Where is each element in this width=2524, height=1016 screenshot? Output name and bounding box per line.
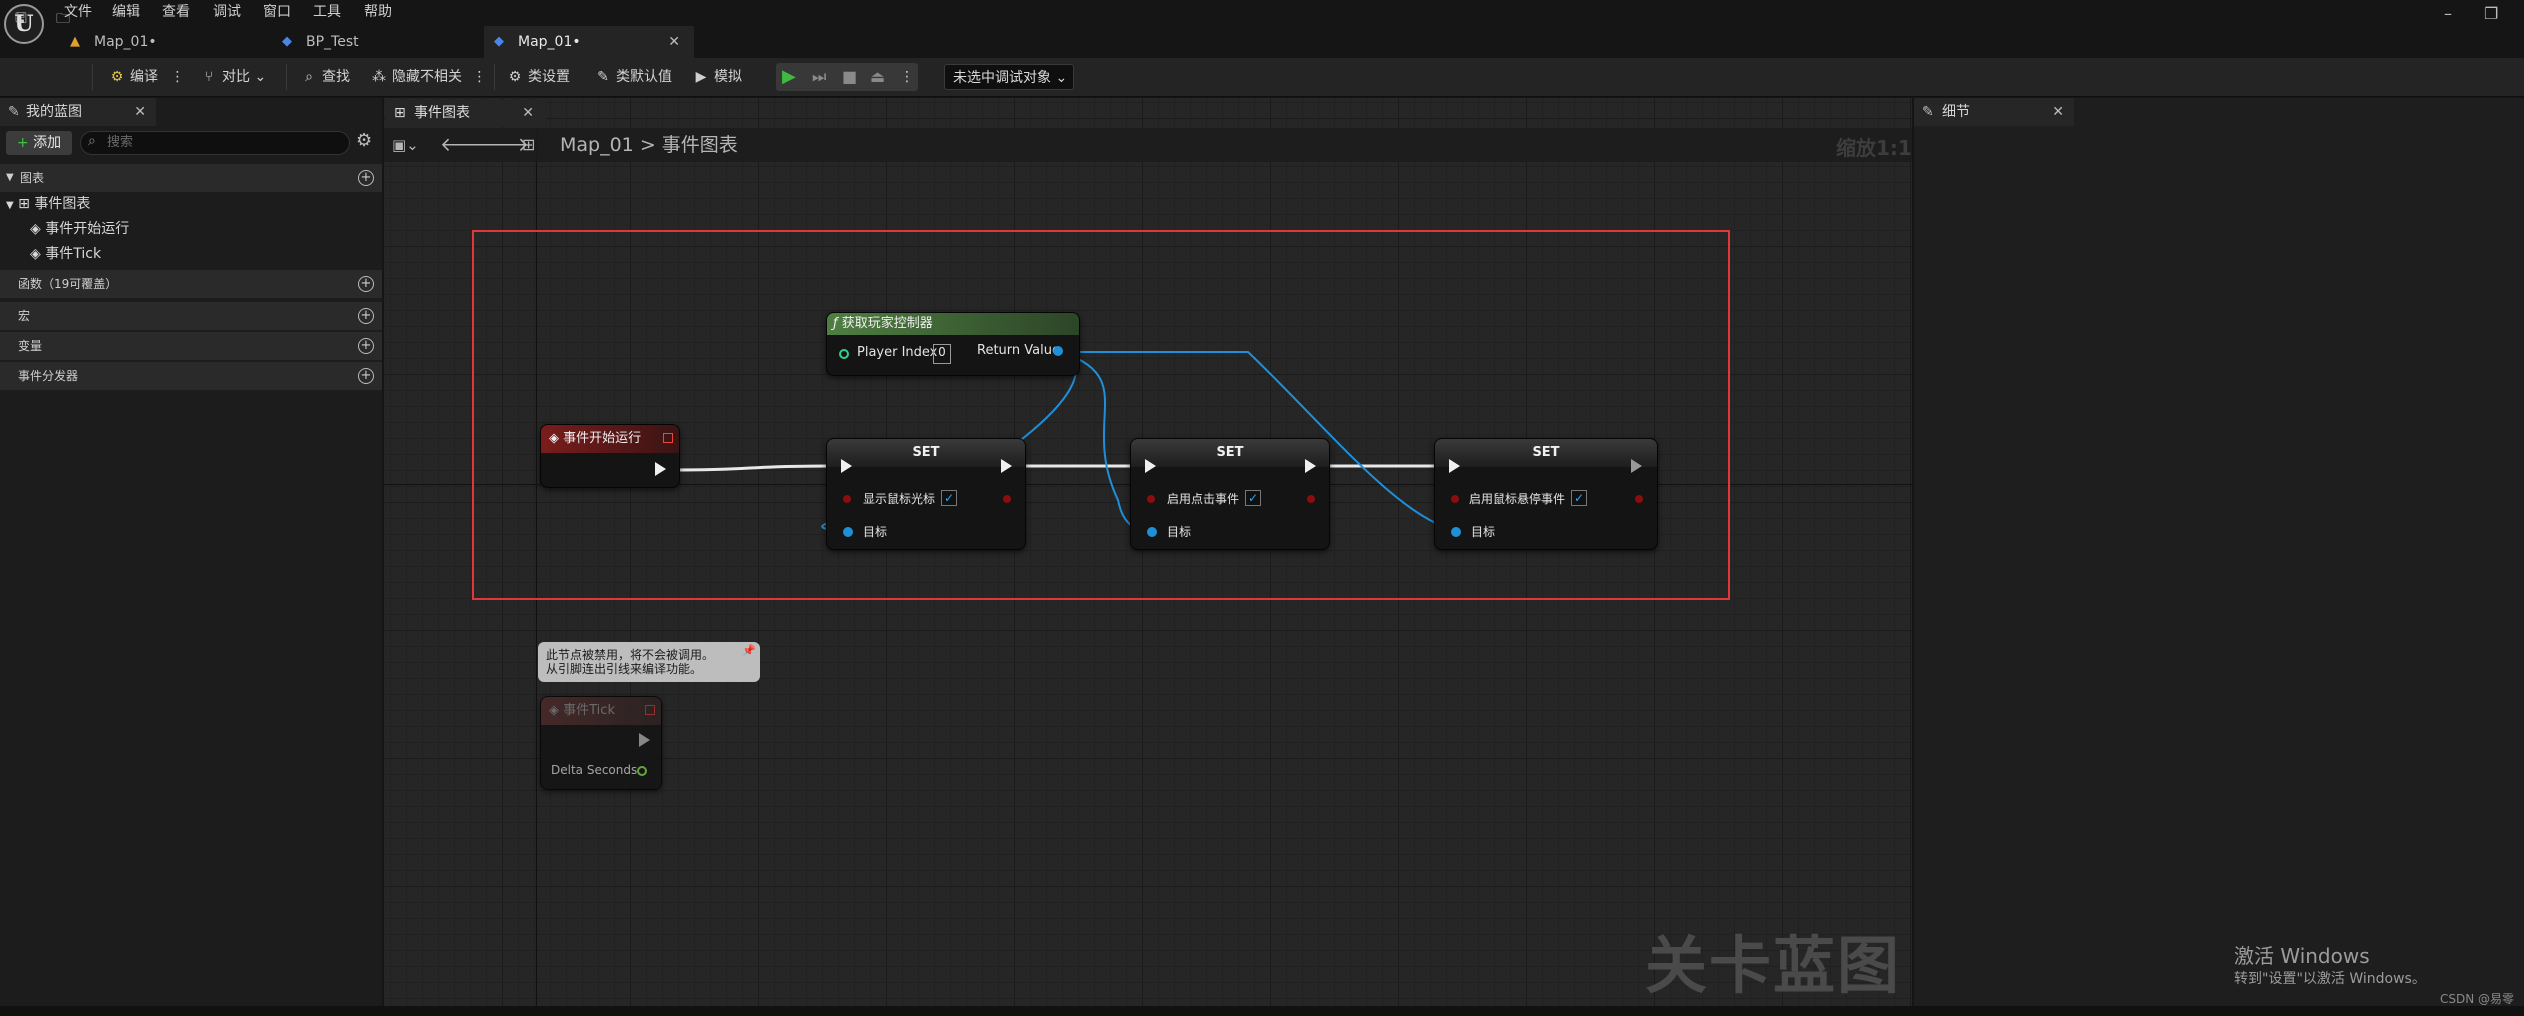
node-title: SET xyxy=(827,439,1025,467)
delta-seconds-label: Delta Seconds xyxy=(551,763,638,777)
status-bar xyxy=(0,1006,2524,1016)
target-label: 目标 xyxy=(1167,525,1192,539)
bool-out-pin[interactable] xyxy=(1003,495,1011,503)
player-index-pin[interactable] xyxy=(839,349,849,359)
exec-out-pin[interactable] xyxy=(1631,459,1642,473)
comment-line: 此节点被禁用，将不会被调用。 xyxy=(546,648,715,662)
node-event-tick-disabled[interactable]: ◈ 事件Tick Delta Seconds xyxy=(540,696,662,790)
node-event-begin-play[interactable]: ◈ 事件开始运行 xyxy=(540,424,680,488)
windows-activation-hint: 转到"设置"以激活 Windows。 xyxy=(2234,971,2426,987)
bool-checkbox[interactable]: ✓ xyxy=(1245,490,1261,506)
event-diamond-icon: ◈ xyxy=(549,703,559,718)
player-index-label: Player Index xyxy=(857,345,938,360)
node-header: ◈ 事件Tick xyxy=(541,697,661,725)
bool-out-pin[interactable] xyxy=(1307,495,1315,503)
delegate-pin-icon[interactable] xyxy=(645,705,655,715)
node-header: ◈ 事件开始运行 xyxy=(541,425,679,453)
delta-seconds-pin[interactable] xyxy=(637,766,647,776)
windows-activation-title: 激活 Windows xyxy=(2234,944,2370,968)
pin-comment-icon[interactable]: 📌 xyxy=(742,644,756,657)
exec-in-pin[interactable] xyxy=(841,459,852,473)
bool-checkbox[interactable]: ✓ xyxy=(1571,490,1587,506)
exec-out-pin[interactable] xyxy=(1001,459,1012,473)
details-panel xyxy=(1914,98,2524,1006)
node-set-enable-click-events[interactable]: SET 启用点击事件 ✓ 目标 xyxy=(1130,438,1330,550)
exec-in-pin[interactable] xyxy=(1449,459,1460,473)
node-set-enable-mouse-over-events[interactable]: SET 启用鼠标悬停事件 ✓ 目标 xyxy=(1434,438,1658,550)
node-title: 事件开始运行 xyxy=(563,431,642,446)
variable-label: 显示鼠标光标 xyxy=(863,492,936,506)
exec-in-pin[interactable] xyxy=(1145,459,1156,473)
close-icon[interactable]: ✕ xyxy=(2052,98,2064,126)
comment-line: 从引脚连出引线来编译功能。 xyxy=(546,662,703,676)
bool-in-pin[interactable] xyxy=(843,495,851,503)
pencil-icon: ✎ xyxy=(1922,104,1934,120)
target-pin[interactable] xyxy=(1147,527,1157,537)
disabled-node-comment: 此节点被禁用，将不会被调用。 从引脚连出引线来编译功能。 xyxy=(538,642,760,682)
bool-in-pin[interactable] xyxy=(1147,495,1155,503)
event-diamond-icon: ◈ xyxy=(549,431,559,446)
return-value-label: Return Value xyxy=(977,343,1060,358)
tab-label: 细节 xyxy=(1942,104,1970,120)
node-title: 获取玩家控制器 xyxy=(841,316,933,331)
variable-label: 启用点击事件 xyxy=(1167,492,1240,506)
exec-out-pin[interactable] xyxy=(1305,459,1316,473)
exec-out-pin[interactable] xyxy=(639,733,650,747)
target-pin[interactable] xyxy=(1451,527,1461,537)
target-label: 目标 xyxy=(1471,525,1496,539)
function-icon: ƒ xyxy=(833,316,838,331)
player-index-field[interactable]: 0 xyxy=(933,344,951,364)
node-title: SET xyxy=(1131,439,1329,467)
node-set-show-mouse-cursor[interactable]: SET 显示鼠标光标 ✓ 目标 xyxy=(826,438,1026,550)
return-value-pin[interactable] xyxy=(1053,346,1063,356)
node-get-player-controller[interactable]: ƒ 获取玩家控制器 Player Index 0 Return Value xyxy=(826,312,1080,376)
variable-label: 启用鼠标悬停事件 xyxy=(1469,492,1566,506)
node-title: 事件Tick xyxy=(563,703,615,718)
bool-checkbox[interactable]: ✓ xyxy=(941,490,957,506)
node-header: ƒ 获取玩家控制器 xyxy=(827,313,1079,335)
target-label: 目标 xyxy=(863,525,888,539)
bool-out-pin[interactable] xyxy=(1635,495,1643,503)
target-pin[interactable] xyxy=(843,527,853,537)
credit-watermark: CSDN @易零 xyxy=(2440,992,2515,1006)
exec-out-pin[interactable] xyxy=(655,462,666,476)
bool-in-pin[interactable] xyxy=(1451,495,1459,503)
tab-details[interactable]: ✎ 细节 ✕ xyxy=(1914,98,2074,126)
node-title: SET xyxy=(1435,439,1657,467)
delegate-pin-icon[interactable] xyxy=(663,433,673,443)
